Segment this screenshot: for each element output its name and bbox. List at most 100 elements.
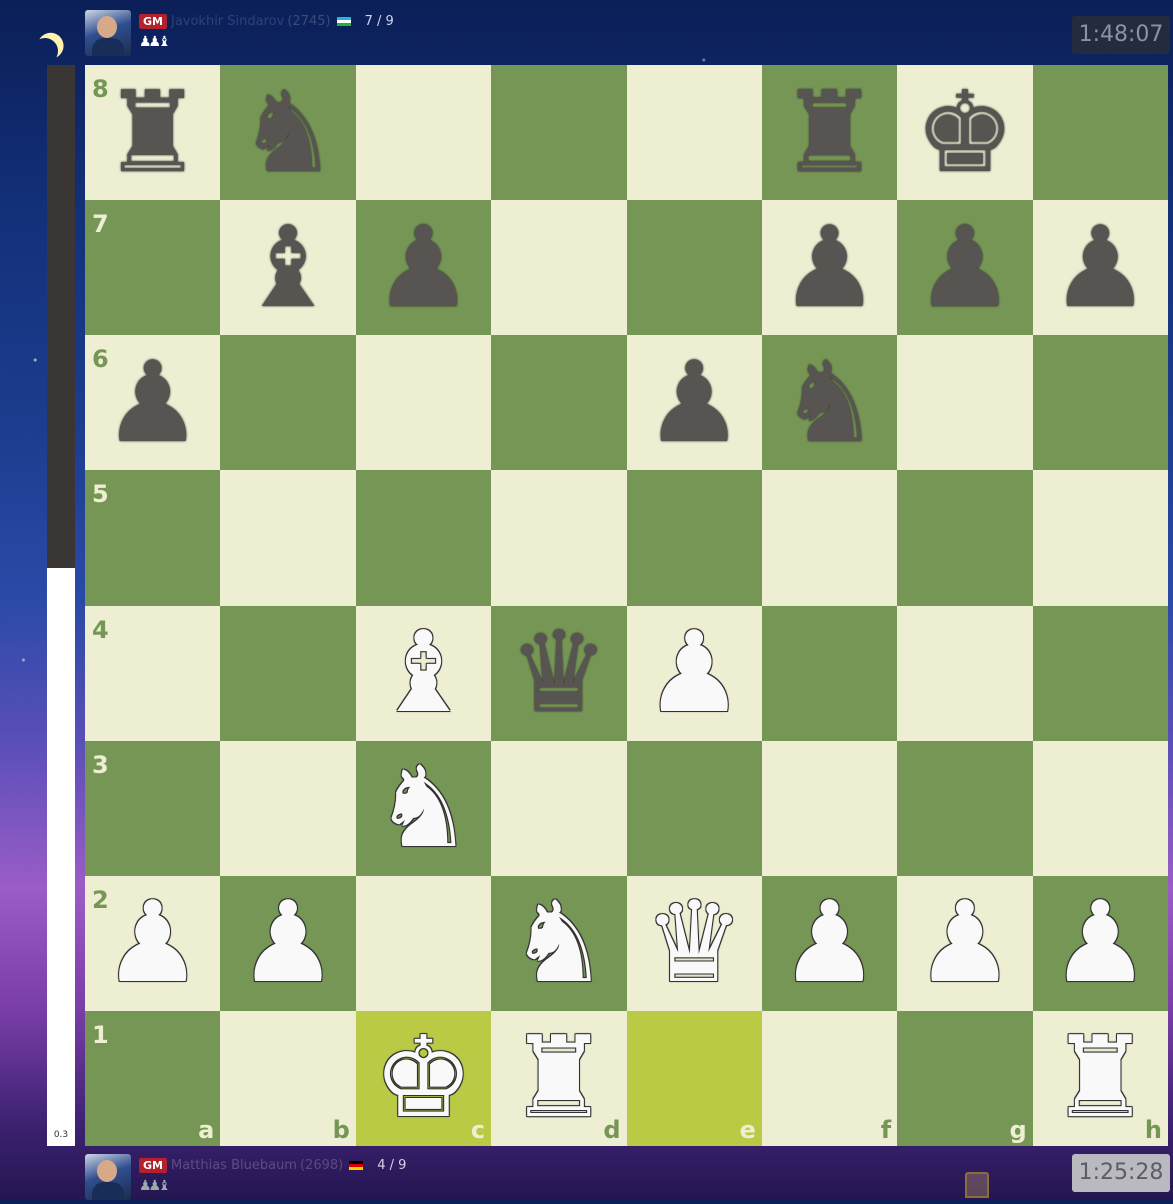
white-pawn-icon[interactable]: ♟	[915, 887, 1015, 999]
black-pawn-icon[interactable]: ♟	[779, 212, 879, 324]
top-player-rating: (2745)	[287, 14, 331, 29]
white-king-icon[interactable]: ♚	[373, 1022, 473, 1134]
square-e7[interactable]	[626, 200, 762, 336]
square-f6[interactable]: ♞	[761, 335, 898, 471]
black-pawn-icon[interactable]: ♟	[373, 212, 473, 324]
square-h6[interactable]	[1032, 335, 1168, 471]
bottom-player-name[interactable]: Matthias Bluebaum	[171, 1158, 297, 1173]
square-f5[interactable]	[761, 470, 898, 606]
square-d3[interactable]	[491, 740, 627, 876]
square-h3[interactable]	[1032, 740, 1168, 876]
square-e6[interactable]: ♟	[626, 335, 762, 471]
square-g6[interactable]	[897, 335, 1033, 471]
square-c2[interactable]	[355, 875, 492, 1011]
square-a3[interactable]: 3	[85, 740, 221, 876]
square-f2[interactable]: ♟	[761, 875, 898, 1011]
black-queen-icon[interactable]: ♛	[509, 617, 609, 729]
square-g5[interactable]	[897, 470, 1033, 606]
square-a7[interactable]: 7	[85, 200, 221, 336]
square-a2[interactable]: 2 ♟	[85, 875, 221, 1011]
top-player-name[interactable]: Javokhir Sindarov	[171, 14, 284, 29]
square-b8[interactable]: ♞	[220, 65, 356, 201]
black-rook-icon[interactable]: ♜	[779, 77, 879, 189]
square-b1[interactable]: b	[220, 1010, 356, 1146]
square-h1[interactable]: h ♜	[1032, 1010, 1168, 1146]
square-f1[interactable]: f	[761, 1010, 898, 1146]
evaluation-bar: 0.3	[47, 65, 75, 1146]
square-e2[interactable]: ♛	[626, 875, 762, 1011]
square-g8[interactable]: ♚	[897, 65, 1033, 201]
square-h5[interactable]	[1032, 470, 1168, 606]
square-f3[interactable]	[761, 740, 898, 876]
square-e8[interactable]	[626, 65, 762, 201]
black-rook-icon[interactable]: ♜	[102, 77, 202, 189]
square-d4[interactable]: ♛	[491, 605, 627, 741]
square-d7[interactable]	[491, 200, 627, 336]
square-c1[interactable]: c ♚	[355, 1010, 492, 1146]
square-d6[interactable]	[491, 335, 627, 471]
white-knight-icon[interactable]: ♞	[509, 887, 609, 999]
white-pawn-icon[interactable]: ♟	[1050, 887, 1150, 999]
white-pawn-icon[interactable]: ♟	[238, 887, 338, 999]
square-c8[interactable]	[355, 65, 492, 201]
square-e4[interactable]: ♟	[626, 605, 762, 741]
chess-board[interactable]: 8 ♜ ♞ ♜ ♚ 7 ♝ ♟ ♟ ♟ ♟ 6 ♟ ♟ ♞ 5 4 ♝ ♛ ♟ 3 ♞ 2 ♟ ♟ ♞ ♛ ♟ ♟ ♟ 1 a b c ♚ d ♜ e f g…	[85, 65, 1168, 1146]
black-pawn-icon[interactable]: ♟	[1050, 212, 1150, 324]
square-h2[interactable]: ♟	[1032, 875, 1168, 1011]
square-h8[interactable]	[1032, 65, 1168, 201]
square-a5[interactable]: 5	[85, 470, 221, 606]
square-e5[interactable]	[626, 470, 762, 606]
white-knight-icon[interactable]: ♞	[373, 752, 473, 864]
black-pawn-icon[interactable]: ♟	[644, 347, 744, 459]
square-c6[interactable]	[355, 335, 492, 471]
square-g7[interactable]: ♟	[897, 200, 1033, 336]
square-b6[interactable]	[220, 335, 356, 471]
square-d8[interactable]	[491, 65, 627, 201]
black-bishop-icon[interactable]: ♝	[238, 212, 338, 324]
black-knight-icon[interactable]: ♞	[779, 347, 879, 459]
square-d2[interactable]: ♞	[491, 875, 627, 1011]
square-b7[interactable]: ♝	[220, 200, 356, 336]
square-e1[interactable]: e	[626, 1010, 762, 1146]
file-label: f	[880, 1116, 892, 1144]
top-player-avatar[interactable]	[85, 10, 131, 56]
white-pawn-icon[interactable]: ♟	[779, 887, 879, 999]
square-a8[interactable]: 8 ♜	[85, 65, 221, 201]
square-a4[interactable]: 4	[85, 605, 221, 741]
white-rook-icon[interactable]: ♜	[1050, 1022, 1150, 1134]
square-f7[interactable]: ♟	[761, 200, 898, 336]
square-g4[interactable]	[897, 605, 1033, 741]
white-rook-icon[interactable]: ♜	[509, 1022, 609, 1134]
square-a1[interactable]: 1a	[85, 1010, 221, 1146]
black-pawn-icon[interactable]: ♟	[915, 212, 1015, 324]
square-c4[interactable]: ♝	[355, 605, 492, 741]
square-c7[interactable]: ♟	[355, 200, 492, 336]
white-pawn-icon[interactable]: ♟	[102, 887, 202, 999]
square-g1[interactable]: g	[897, 1010, 1033, 1146]
top-player-bar: GM Javokhir Sindarov (2745) 7 / 9 ♟♟♝ 1:48:…	[85, 8, 1170, 60]
square-b2[interactable]: ♟	[220, 875, 356, 1011]
square-f8[interactable]: ♜	[761, 65, 898, 201]
white-bishop-icon[interactable]: ♝	[373, 617, 473, 729]
square-c3[interactable]: ♞	[355, 740, 492, 876]
square-d1[interactable]: d ♜	[491, 1010, 627, 1146]
square-b4[interactable]	[220, 605, 356, 741]
square-b3[interactable]	[220, 740, 356, 876]
black-pawn-icon[interactable]: ♟	[102, 347, 202, 459]
square-h4[interactable]	[1032, 605, 1168, 741]
white-queen-icon[interactable]: ♛	[644, 887, 744, 999]
square-b5[interactable]	[220, 470, 356, 606]
square-h7[interactable]: ♟	[1032, 200, 1168, 336]
square-g2[interactable]: ♟	[897, 875, 1033, 1011]
square-a6[interactable]: 6 ♟	[85, 335, 221, 471]
square-d5[interactable]	[491, 470, 627, 606]
germany-flag-icon	[349, 1161, 364, 1170]
square-c5[interactable]	[355, 470, 492, 606]
square-e3[interactable]	[626, 740, 762, 876]
black-king-icon[interactable]: ♚	[915, 77, 1015, 189]
black-knight-icon[interactable]: ♞	[238, 77, 338, 189]
square-f4[interactable]	[761, 605, 898, 741]
bottom-player-avatar[interactable]	[85, 1154, 131, 1200]
square-g3[interactable]	[897, 740, 1033, 876]
white-pawn-icon[interactable]: ♟	[644, 617, 744, 729]
